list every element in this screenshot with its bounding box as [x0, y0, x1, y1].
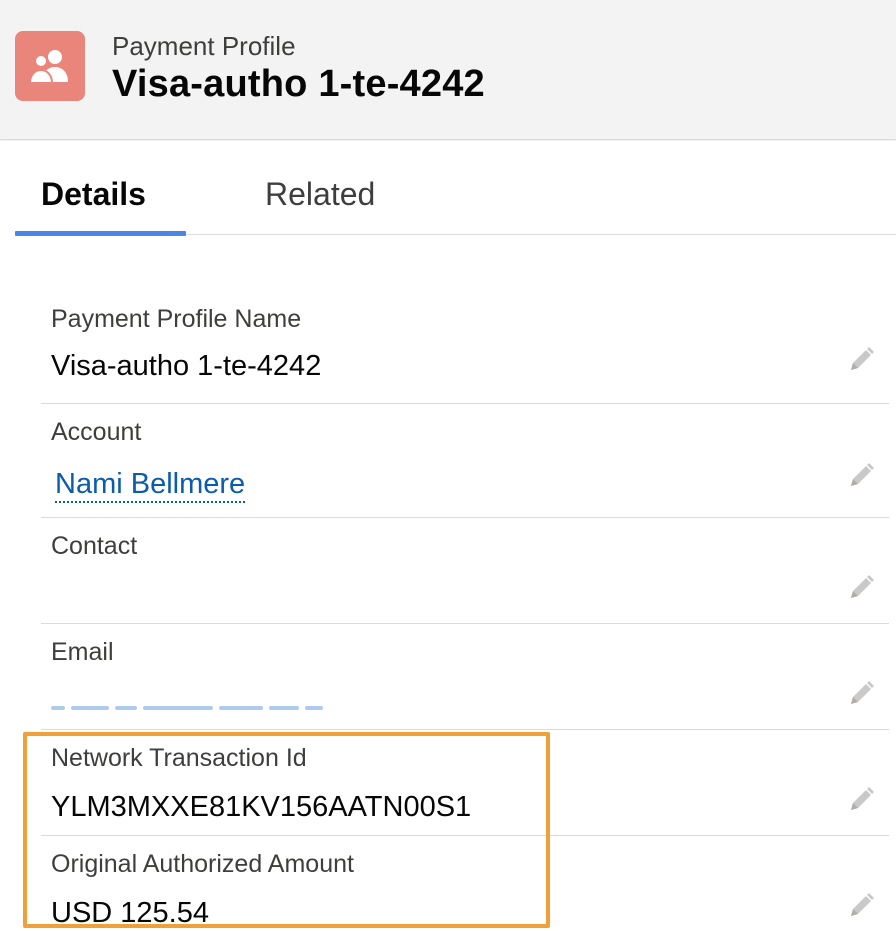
field-label: Original Authorized Amount	[51, 850, 354, 878]
tab-details[interactable]: Details	[41, 174, 146, 214]
field-label: Network Transaction Id	[51, 744, 307, 772]
field-contact: Contact	[41, 518, 889, 624]
field-original-authorized-amount: Original Authorized Amount USD 125.54	[41, 836, 889, 930]
field-value: Visa-autho 1-te-4242	[51, 350, 322, 382]
redacted-email-value	[51, 706, 371, 710]
field-value: USD 125.54	[51, 897, 209, 929]
field-value: Nami Bellmere	[51, 466, 246, 503]
active-tab-indicator	[15, 231, 186, 236]
field-account: Account Nami Bellmere	[41, 404, 889, 518]
payment-profile-icon	[15, 31, 85, 101]
field-value: YLM3MXXE81KV156AATN00S1	[51, 791, 472, 823]
pencil-icon[interactable]	[845, 460, 877, 492]
pencil-icon[interactable]	[845, 784, 877, 816]
field-email: Email	[41, 624, 889, 730]
record-title: Visa-autho 1-te-4242	[112, 63, 485, 105]
pencil-icon[interactable]	[845, 344, 877, 376]
field-label: Payment Profile Name	[51, 305, 302, 333]
field-label: Account	[51, 418, 142, 446]
pencil-icon[interactable]	[845, 890, 877, 922]
pencil-icon[interactable]	[845, 572, 877, 604]
field-label: Contact	[51, 532, 138, 560]
field-network-transaction-id: Network Transaction Id YLM3MXXE81KV156AA…	[41, 730, 889, 836]
field-payment-profile-name: Payment Profile Name Visa-autho 1-te-424…	[41, 288, 889, 404]
record-header: Payment Profile Visa-autho 1-te-4242	[0, 0, 896, 140]
tab-related[interactable]: Related	[265, 174, 375, 214]
field-label: Email	[51, 638, 114, 666]
account-link[interactable]: Nami Bellmere	[55, 468, 246, 503]
object-type-label: Payment Profile	[112, 31, 296, 61]
pencil-icon[interactable]	[845, 678, 877, 710]
